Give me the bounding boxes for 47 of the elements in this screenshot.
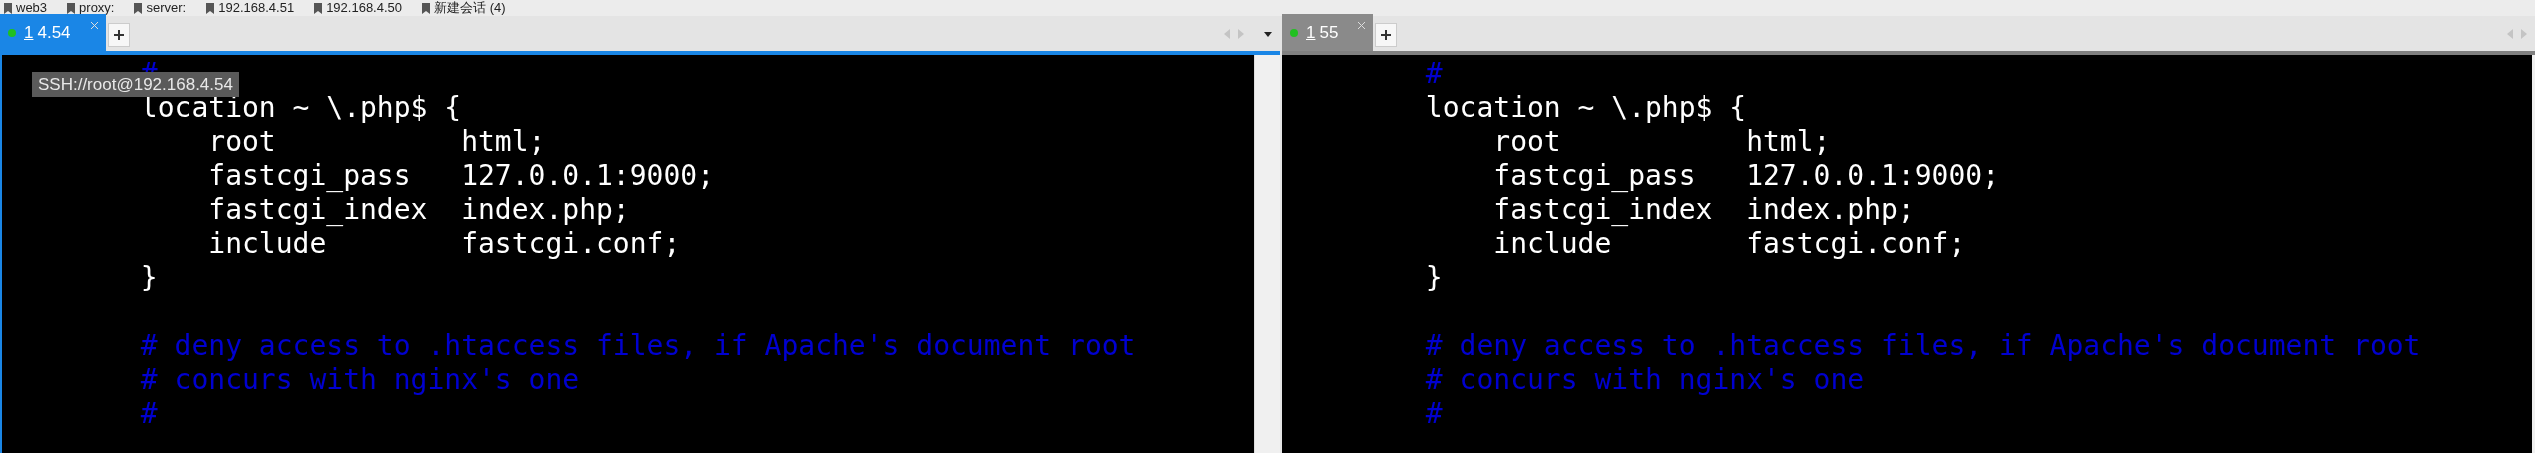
code-comment: # (139, 397, 158, 430)
code-line: root html; (207, 125, 546, 158)
session-tab[interactable]: 1 4.54 (0, 14, 106, 51)
scroll-right-icon[interactable] (1238, 29, 1244, 39)
bookmark-icon (314, 2, 323, 14)
code-line: root html; (1492, 125, 1831, 158)
code-line: fastcgi_pass 127.0.0.1:9000; (207, 159, 714, 192)
close-icon[interactable] (90, 22, 98, 29)
code-line: include fastcgi.conf; (1492, 227, 1966, 260)
bookmark-link[interactable]: web3 (16, 0, 48, 16)
scrollbar[interactable] (1254, 55, 1280, 453)
terminal-panel[interactable] (0, 55, 1280, 453)
code-comment: # (1424, 57, 1443, 90)
tooltip: SSH://root@192.168.4.54 (32, 72, 239, 97)
code-comment: # (1424, 397, 1443, 430)
bookmark-icon (134, 2, 143, 14)
bookmark-link[interactable]: server: (146, 0, 187, 16)
bookmark-link[interactable]: 192.168.4.50 (326, 0, 403, 16)
bookmark-icon (67, 2, 76, 14)
bookmark-link[interactable]: proxy: (79, 0, 115, 16)
new-tab-button[interactable] (107, 23, 130, 47)
code-line: } (1424, 261, 1443, 294)
scroll-right-icon[interactable] (2521, 29, 2527, 39)
code-line: fastcgi_pass 127.0.0.1:9000; (1492, 159, 1999, 192)
scroll-left-icon[interactable] (1224, 29, 1230, 39)
bookmark-icon (4, 2, 12, 14)
bookmark-link[interactable]: 新建会话 (4) (434, 0, 506, 16)
plus-icon (1381, 30, 1392, 40)
code-line: fastcgi_index index.php; (207, 193, 630, 226)
plus-icon (113, 30, 124, 40)
close-icon[interactable] (1358, 22, 1366, 29)
bookmark-icon (206, 2, 215, 14)
bookmark-icon (422, 2, 431, 14)
bookmark-link[interactable]: 192.168.4.51 (218, 0, 295, 16)
code-comment: # deny access to .htaccess files, if Apache's document root (139, 329, 1136, 362)
scroll-left-icon[interactable] (2507, 29, 2513, 39)
dropdown-icon[interactable] (1264, 31, 1272, 37)
new-tab-button[interactable] (1375, 23, 1398, 47)
code-comment: # concurs with nginx's one (1424, 363, 1865, 396)
code-line: location ~ \.php$ { (1424, 91, 1747, 124)
terminal-panel[interactable]: # location ~ \.php$ { root html; fastcgi_pass 127.0.0.1:9000; fastcgi_index index.php; include fastcgi.conf; } # deny access to .htaccess files, if Apache's document root # concurs with nginx's one # (1282, 55, 2535, 453)
code-line: fastcgi_index index.php; (1492, 193, 1915, 226)
code-line: } (139, 261, 158, 294)
scrollbar[interactable] (2532, 55, 2535, 453)
code-comment: # concurs with nginx's one (139, 363, 580, 396)
code-comment: # deny access to .htaccess files, if Apache's document root (1424, 329, 2421, 362)
code-line: include fastcgi.conf; (207, 227, 681, 260)
